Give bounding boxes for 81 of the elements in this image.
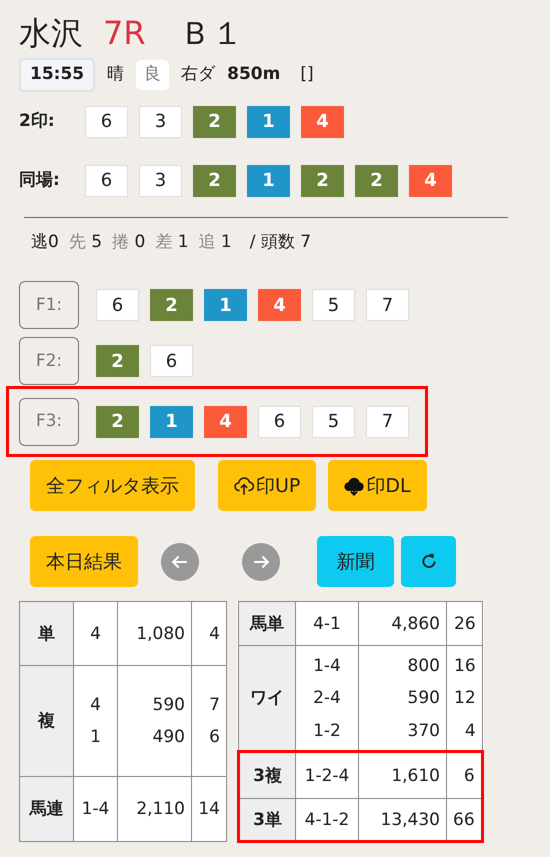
horse-mark: 4 [409,164,452,197]
table-cell: 7 6 [192,666,226,777]
table-cell: 4 1 [74,666,118,777]
table-cell: 4-1 [296,602,358,646]
table-cell: 590 490 [118,666,192,777]
table-cell: 66 [446,798,482,842]
horse-mark: 5 [312,406,355,438]
post-time: 15:55 [19,58,96,92]
reload-button[interactable] [401,536,456,588]
horse-mark: 2 [193,106,236,138]
row-label: 同場: [19,169,61,192]
table-cell: 6 [446,752,482,799]
horse-mark: 2 [150,289,193,322]
results-button[interactable]: 本日結果 [30,536,138,588]
table-cell: 14 [192,776,226,842]
race-class: Ｂ１ [180,14,244,52]
runner-count: / 頭数 7 [250,230,312,254]
horse-mark: 6 [96,289,139,322]
table-cell: 26 [446,602,482,646]
bet-type: ワイ [238,646,296,752]
table-cell: 4-1-2 [296,798,358,842]
table-cell: 1-4 [74,776,118,842]
next-button[interactable] [242,542,280,581]
horse-mark: 2 [355,164,398,197]
weather-text: 晴 [107,63,124,86]
venue-name: 水沢 [19,14,83,52]
show-all-filters-button[interactable]: 全フィルタ表示 [30,460,195,512]
bet-type: 単 [20,602,74,666]
style-count: 追 1 [198,230,232,254]
horse-mark: 4 [204,406,247,438]
horse-mark: 5 [312,289,355,322]
style-count: 先 5 [68,230,102,254]
horse-mark: 7 [366,289,409,322]
distance-text: 850m [227,63,280,86]
bet-type: 馬単 [238,602,296,646]
bet-type: 3複 [238,752,296,799]
style-count: 逃0 [31,230,59,254]
bet-type: 複 [20,666,74,777]
style-count: 捲 0 [112,230,146,254]
cloud-upload-icon [234,476,254,496]
horse-mark: 2 [193,164,236,197]
download-button[interactable]: 印DL [328,460,427,512]
race-number: 7R [103,14,146,52]
bracket-text: [] [300,63,314,86]
table-cell: 1,080 [118,602,192,666]
style-count: 差 1 [155,230,189,254]
horse-mark: 3 [139,106,182,138]
newspaper-button[interactable]: 新聞 [317,536,394,588]
filter-button[interactable]: F1: [19,281,79,330]
bet-type: 馬連 [20,776,74,842]
filter-button[interactable]: F3: [19,398,79,446]
horse-mark: 4 [301,106,344,138]
table-cell: 4 [192,602,226,666]
table-cell: 4 [74,602,118,666]
horse-mark: 6 [258,406,301,438]
table-cell: 1,610 [358,752,446,799]
course-text: 右ダ [181,63,216,86]
horse-mark: 1 [247,106,290,138]
horse-mark: 1 [247,164,290,197]
row-label: 2印: [19,110,56,134]
table-cell: 1-2-4 [296,752,358,799]
horse-mark: 7 [366,406,409,438]
horse-mark: 6 [85,106,128,138]
cloud-download-icon [344,476,364,496]
table-cell: 2,110 [118,776,192,842]
horse-mark: 6 [150,345,193,378]
table-cell: 4,860 [358,602,446,646]
horse-mark: 2 [96,406,139,438]
horse-mark: 2 [96,345,139,378]
filter-button[interactable]: F2: [19,337,79,386]
previous-button[interactable] [161,542,199,581]
table-cell: 13,430 [358,798,446,842]
horse-mark: 6 [85,164,128,197]
bet-type: 3単 [238,798,296,842]
upload-button[interactable]: 印UP [218,460,316,512]
horse-mark: 4 [258,289,301,322]
horse-mark: 3 [139,164,182,197]
track-condition: 良 [136,60,170,90]
horse-mark: 1 [150,406,193,438]
horse-mark: 2 [301,164,344,197]
horse-mark: 1 [204,289,247,322]
